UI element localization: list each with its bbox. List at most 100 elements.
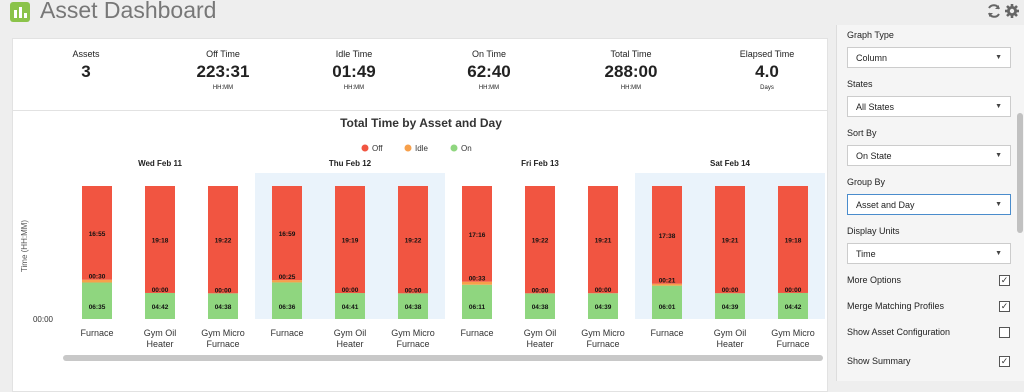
data-label-off: 17:38 [659, 233, 676, 240]
stat-value: 288:00 [604, 62, 658, 81]
main-area: Assets 3 Off Time 223:31 HH:MM Idle Time… [0, 25, 836, 392]
top-bar: Asset Dashboard [0, 0, 1024, 25]
graph-type-value: Column [856, 53, 888, 63]
data-label-idle: 00:00 [532, 287, 549, 294]
graph-type-label: Graph Type [847, 30, 894, 40]
legend-label-on: On [461, 144, 472, 153]
data-label-on: 06:01 [659, 304, 676, 311]
data-label-idle: 00:21 [659, 278, 676, 285]
display-units-label: Display Units [847, 226, 900, 236]
checkbox-box[interactable] [999, 327, 1010, 338]
sort-by-select[interactable]: On State ▼ [847, 145, 1011, 166]
group-label: Sat Feb 14 [710, 159, 751, 168]
sort-by-group: Sort By On State ▼ [847, 128, 1015, 166]
bar-segment-on[interactable] [462, 284, 492, 319]
data-label-on: 04:38 [215, 304, 232, 311]
stat-off-time: Off Time 223:31 HH:MM [158, 49, 288, 91]
chart-card: Total Time by Asset and Day Time (HH:MM)… [12, 110, 828, 392]
merge-matching-profiles-checkbox[interactable]: Merge Matching Profiles ✓ [847, 301, 1015, 315]
refresh-icon[interactable] [986, 3, 1002, 19]
checkbox-box[interactable]: ✓ [999, 301, 1010, 312]
checkbox-label: Show Summary [847, 356, 911, 366]
category-label: Gym Oil [714, 328, 747, 338]
legend-marker-on [450, 144, 458, 152]
states-label: States [847, 79, 873, 89]
data-label-off: 17:16 [469, 232, 486, 239]
checkbox-box[interactable]: ✓ [999, 356, 1010, 367]
data-label-on: 04:42 [785, 304, 802, 311]
data-label-on: 06:36 [279, 304, 296, 311]
caret-down-icon: ▼ [995, 103, 1002, 110]
group-by-select[interactable]: Asset and Day ▼ [847, 194, 1011, 215]
stat-on-time: On Time 62:40 HH:MM [424, 49, 554, 91]
category-label: Furnace [396, 339, 429, 349]
chart-title: Total Time by Asset and Day [340, 116, 502, 130]
data-label-off: 19:22 [532, 238, 549, 245]
panel-scrollbar[interactable] [1017, 113, 1023, 233]
category-label: Gym Micro [581, 328, 625, 338]
sort-by-value: On State [856, 151, 892, 161]
bar-chart-icon [10, 2, 30, 22]
show-asset-configuration-checkbox[interactable]: Show Asset Configuration [847, 327, 1015, 341]
group-by-label: Group By [847, 177, 886, 187]
stat-unit: HH:MM [343, 85, 365, 91]
stat-value: 4.0 [755, 62, 779, 81]
data-label-off: 19:22 [405, 238, 422, 245]
category-label: Gym Micro [771, 328, 815, 338]
stat-unit: HH:MM [212, 85, 234, 91]
bar-segment-on[interactable] [272, 282, 302, 319]
category-label: Furnace [460, 328, 493, 338]
display-units-select[interactable]: Time ▼ [847, 243, 1011, 264]
group-label: Fri Feb 13 [521, 159, 559, 168]
horizontal-scrollbar[interactable] [63, 355, 823, 361]
group-label: Thu Feb 12 [329, 159, 372, 168]
bar-segment-on[interactable] [652, 285, 682, 319]
data-label-on: 06:11 [469, 304, 486, 311]
category-label: Gym Oil [524, 328, 557, 338]
category-label: Heater [146, 339, 173, 349]
checkbox-label: Merge Matching Profiles [847, 301, 945, 311]
stat-value: 62:40 [467, 62, 511, 81]
data-label-off: 19:21 [595, 238, 612, 245]
legend-label-idle: Idle [415, 144, 428, 153]
data-label-idle: 00:30 [89, 274, 106, 281]
data-label-idle: 00:25 [279, 274, 296, 281]
checkbox-box[interactable]: ✓ [999, 275, 1010, 286]
stat-value: 01:49 [332, 62, 376, 81]
legend-marker-idle [404, 144, 412, 152]
more-options-checkbox[interactable]: More Options ✓ [847, 275, 1015, 289]
data-label-off: 19:21 [722, 238, 739, 245]
legend-label-off: Off [372, 144, 383, 153]
data-label-on: 06:35 [89, 304, 106, 311]
caret-down-icon: ▼ [995, 54, 1002, 61]
states-select[interactable]: All States ▼ [847, 96, 1011, 117]
show-summary-checkbox[interactable]: Show Summary ✓ [847, 356, 1015, 370]
stat-total-time: Total Time 288:00 HH:MM [566, 49, 696, 91]
y-tick-label: 00:00 [33, 315, 54, 324]
data-label-idle: 00:00 [215, 287, 232, 294]
data-label-idle: 00:33 [469, 276, 486, 283]
data-label-on: 04:39 [722, 304, 739, 311]
stat-label: Total Time [610, 49, 652, 59]
data-label-off: 19:19 [342, 238, 359, 245]
display-units-value: Time [856, 249, 876, 259]
category-label: Gym Oil [334, 328, 367, 338]
stacked-column-chart: Total Time by Asset and Day Time (HH:MM)… [20, 116, 825, 349]
stat-assets: Assets 3 [21, 49, 151, 85]
states-value: All States [856, 102, 895, 112]
stat-unit: HH:MM [478, 85, 500, 91]
data-label-idle: 00:00 [342, 287, 359, 294]
states-group: States All States ▼ [847, 79, 1015, 117]
group-by-group: Group By Asset and Day ▼ [847, 177, 1015, 215]
category-label: Gym Micro [201, 328, 245, 338]
stat-label: Elapsed Time [739, 49, 795, 59]
category-label: Furnace [270, 328, 303, 338]
chart-legend: Off Idle On [361, 144, 472, 153]
stat-unit: HH:MM [620, 85, 642, 91]
bar-segment-on[interactable] [82, 282, 112, 319]
data-label-idle: 00:00 [595, 287, 612, 294]
data-label-on: 04:41 [342, 304, 359, 311]
graph-type-select[interactable]: Column ▼ [847, 47, 1011, 68]
caret-down-icon: ▼ [995, 152, 1002, 159]
gear-icon[interactable] [1004, 3, 1020, 19]
